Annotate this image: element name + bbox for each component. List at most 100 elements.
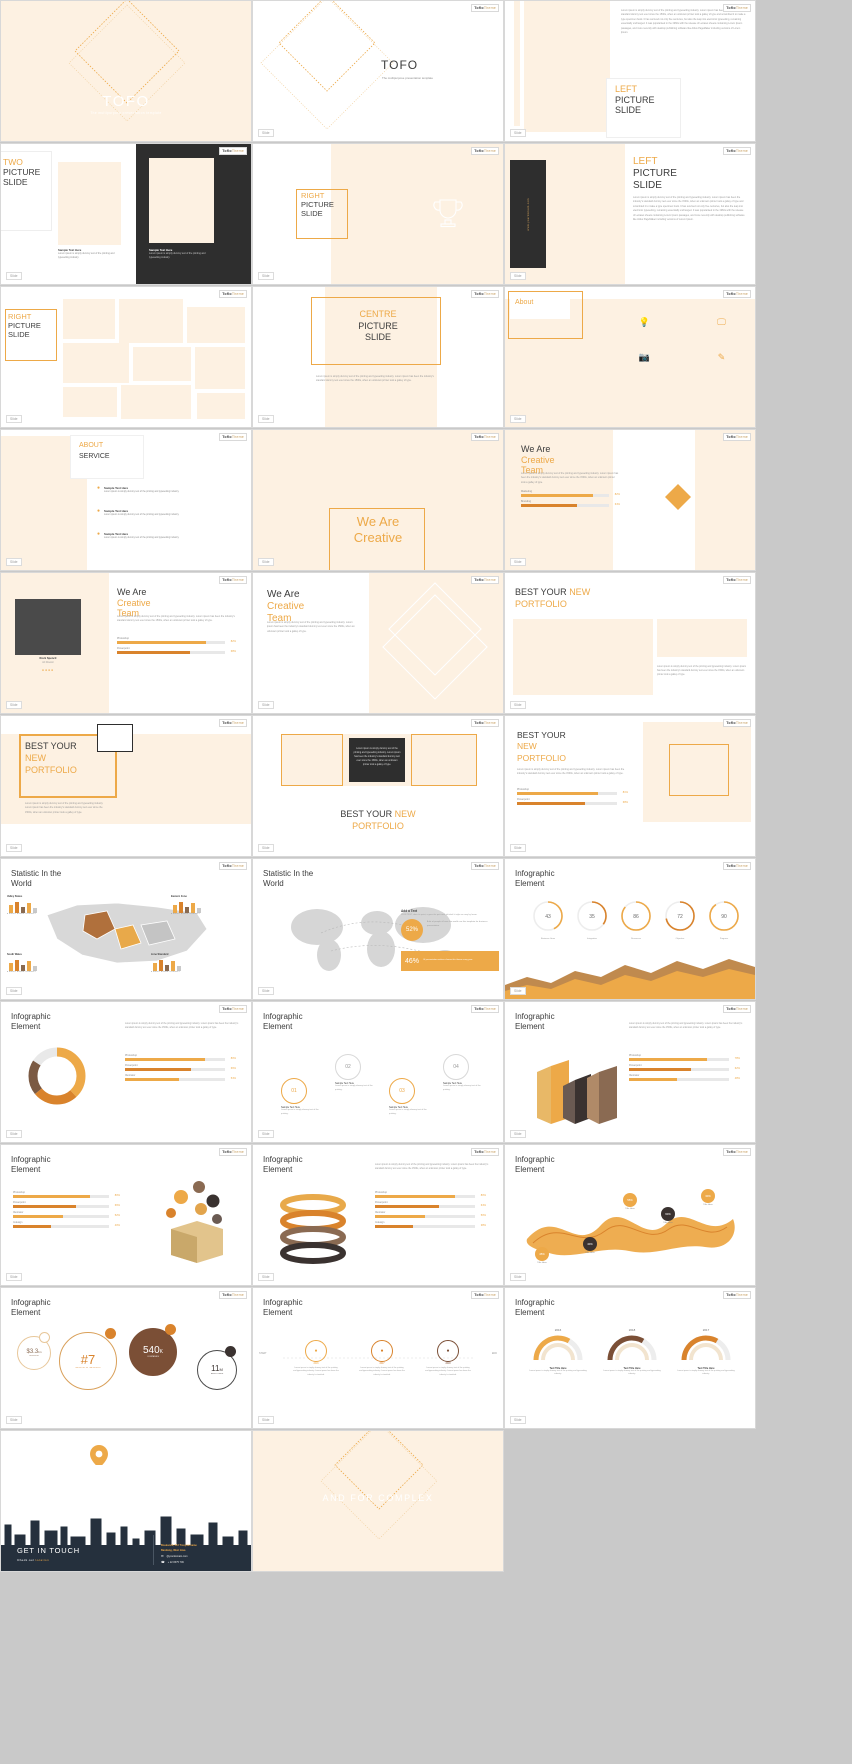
screen-icon[interactable]: 🖵 bbox=[700, 317, 743, 328]
progress-bar-fill bbox=[125, 1058, 205, 1061]
camera-icon[interactable]: 📷 bbox=[623, 352, 666, 363]
progress-bar-percent: 66% bbox=[230, 1067, 236, 1070]
watermark-badge: TofloTheme bbox=[219, 433, 247, 441]
slide-thumbnail[interactable]: RIGHT PICTURE SLIDE TofloTheme Slide bbox=[253, 144, 503, 284]
slide-thumbnail[interactable]: TofloTheme TOFO The multipurpose present… bbox=[253, 1, 503, 141]
title-line-3: SLIDE bbox=[615, 105, 642, 116]
watermark-badge: TofloTheme bbox=[219, 1291, 247, 1299]
slide-thumbnail[interactable]: CENTRE PICTURE SLIDE Lorem ipsum is simp… bbox=[253, 287, 503, 427]
slide-thumbnail[interactable]: Lorem ipsum is simply dummy text of the … bbox=[505, 1, 755, 141]
mini-bar-chart bbox=[173, 902, 201, 913]
progress-bar-group: Powerpoint 68% bbox=[117, 647, 236, 654]
timeline-start-label: START bbox=[259, 1352, 267, 1355]
bulb-icon[interactable]: 💡 bbox=[623, 317, 666, 328]
slide-cell: BEST YOUR NEW PORTFOLIO Lorem ipsum is s… bbox=[504, 715, 756, 858]
slide-heading: Infographic Element bbox=[515, 1155, 555, 1175]
picture-tile bbox=[187, 307, 245, 343]
wave-value-bubble: 60% bbox=[661, 1207, 675, 1221]
service-body: Lorem ipsum is simply dummy text of the … bbox=[104, 537, 180, 539]
slide-thumbnail[interactable]: Infographic Element 43 Business Grow 35 I… bbox=[505, 859, 755, 999]
slide-thumbnail[interactable]: Infographic Element $3.3bn REVENUE #7 IND… bbox=[1, 1288, 251, 1428]
slide-thumbnail[interactable]: RIGHT PICTURE SLIDE TofloTheme Slide bbox=[1, 287, 251, 427]
progress-bar-fill bbox=[125, 1068, 191, 1071]
slide-thumbnail[interactable]: Infographic Element START END ● 2016 Lore… bbox=[253, 1288, 503, 1428]
progress-bar-track: 68% bbox=[117, 650, 236, 654]
slide-thumbnail[interactable]: We Are Creative TofloTheme Slide bbox=[253, 430, 503, 570]
title-line-2: Creative bbox=[521, 454, 555, 465]
slide-thumbnail[interactable]: Infographic Element 01 02 03 04 Lorem ips… bbox=[253, 1145, 503, 1285]
slide-thumbnail[interactable]: Infographic Element 01 Sample Text Here L… bbox=[253, 1002, 503, 1142]
slide-thumbnail[interactable]: About Service 💡 🖵 📷 ✎ TofloTheme Slide bbox=[505, 287, 755, 427]
slide-number-badge: Slide bbox=[6, 272, 22, 280]
step-node: 03 Sample Text Here Lorem ipsum is simpl… bbox=[389, 1078, 429, 1116]
heading-line-1: Statistic In the bbox=[11, 869, 62, 878]
heading-line-2: Element bbox=[11, 1164, 41, 1174]
slide-thumbnail[interactable]: We Are Creative Team Lorem ipsum is simp… bbox=[505, 430, 755, 570]
slide-cell: GET IN TOUCH Check our location Boulevar… bbox=[0, 1430, 252, 1573]
area-chart bbox=[505, 959, 755, 999]
slide-thumbnail[interactable]: Infographic Element Lorem ipsum is simply… bbox=[1, 1002, 251, 1142]
progress-bar-group: Indesign 38% bbox=[375, 1221, 486, 1228]
title-line-2: Creative bbox=[117, 597, 151, 608]
mini-bar-chart bbox=[153, 960, 181, 971]
slide-thumbnail[interactable]: www.yourdomain.com LEFT PICTURE SLIDE Lo… bbox=[505, 144, 755, 284]
slide-thumbnail[interactable]: Rock Spencil Art Director ●●●● We Are Cr… bbox=[1, 573, 251, 713]
slide-thumbnail[interactable]: AND FOR COMPLEX bbox=[253, 1431, 503, 1571]
ring-label: Resources bbox=[631, 938, 641, 940]
slide-cell: RIGHT PICTURE SLIDE TofloTheme Slide bbox=[0, 286, 252, 429]
slide-number-badge: Slide bbox=[258, 701, 274, 709]
contact-email[interactable]: @yourdomain.com bbox=[167, 1554, 188, 1559]
title-line-1: We Are bbox=[267, 589, 300, 600]
heading-line-1: Infographic bbox=[11, 1155, 51, 1164]
slide-thumbnail[interactable]: Lorem ipsum is simply dummy text of the … bbox=[253, 716, 503, 856]
contact-phone[interactable]: + 22 8375 706 bbox=[168, 1560, 184, 1565]
slide-number-badge: Slide bbox=[510, 558, 526, 566]
slide-thumbnail[interactable]: We Are Creative Team Lorem ipsum is simp… bbox=[253, 573, 503, 713]
badge-primary: 52% bbox=[401, 919, 423, 941]
progress-bar-group: Illustrator 50% bbox=[375, 1211, 486, 1218]
slide-thumbnail[interactable]: TWO PICTURE SLIDE Sample Text Here Lorem… bbox=[1, 144, 251, 284]
slide-title: We Are Creative Team bbox=[267, 589, 304, 624]
slide-cell: Lorem ipsum is simply dummy text of the … bbox=[504, 0, 756, 143]
slide-thumbnail[interactable]: Statistic In the World Valley States ● Br… bbox=[1, 859, 251, 999]
gauge-chart bbox=[533, 1335, 583, 1361]
title-line-3: SLIDE bbox=[8, 329, 30, 339]
slide-thumbnail[interactable]: TOFO The multipurpose presentation templ… bbox=[1, 1, 251, 141]
body-paragraph: Lorem ipsum is simply dummy text of the … bbox=[117, 615, 235, 623]
slide-thumbnail[interactable]: Infographic Element Lorem ipsum is simply… bbox=[505, 1002, 755, 1142]
slide-cell: We Are Creative TofloTheme Slide bbox=[252, 429, 504, 572]
slide-cell: We Are Creative Team Lorem ipsum is simp… bbox=[504, 429, 756, 572]
gauge-body: Lorem ipsum is simply dummy text of the … bbox=[603, 1370, 661, 1376]
slide-number-badge: Slide bbox=[510, 415, 526, 423]
social-icons[interactable]: ●●●● bbox=[15, 668, 81, 672]
picture-tile bbox=[197, 393, 245, 419]
pencil-icon[interactable]: ✎ bbox=[700, 352, 743, 363]
watermark-badge: TofloTheme bbox=[219, 862, 247, 870]
slide-thumbnail[interactable]: BEST YOUR NEW PORTFOLIO Lorem ipsum is s… bbox=[1, 716, 251, 856]
slide-thumbnail[interactable]: Infographic Element Photoshop 80% Powerpo… bbox=[1, 1145, 251, 1285]
pin-icon: ● bbox=[97, 485, 101, 491]
body-paragraph: Lorem ipsum is simply dummy text of the … bbox=[517, 768, 625, 776]
progress-bar-track: 64% bbox=[375, 1204, 486, 1208]
slide-thumbnail[interactable]: BEST YOUR NEW PORTFOLIO Lorem ipsum is s… bbox=[505, 573, 755, 713]
progress-bar-percent: 64% bbox=[480, 1204, 486, 1207]
slide-thumbnail[interactable]: Infographic Element 2016 Text Title Here … bbox=[505, 1288, 755, 1428]
progress-bar-fill bbox=[517, 792, 598, 795]
slide-title: LEFT PICTURE SLIDE bbox=[633, 156, 677, 191]
step-node: 02 Sample Text Here Lorem ipsum is simpl… bbox=[335, 1054, 375, 1092]
step-body: Lorem ipsum is simply dummy text of the … bbox=[335, 1085, 373, 1091]
ring-chart: 72 bbox=[665, 901, 695, 931]
progress-bar-fill bbox=[13, 1195, 90, 1198]
title-line-1: LEFT bbox=[615, 84, 638, 94]
slide-thumbnail[interactable]: BEST YOUR NEW PORTFOLIO Lorem ipsum is s… bbox=[505, 716, 755, 856]
ring-label: Objective bbox=[675, 938, 685, 940]
slide-thumbnail[interactable]: ABOUT SERVICE ● Sample Text Here Lorem i… bbox=[1, 430, 251, 570]
progress-bar-label: Photoshop bbox=[517, 788, 529, 791]
slide-number-badge: Slide bbox=[258, 415, 274, 423]
progress-bar-percent: 38% bbox=[480, 1224, 486, 1227]
watermark-badge: TofloTheme bbox=[471, 147, 499, 155]
slide-thumbnail[interactable]: Infographic Element 45% Title Here 40% Ti… bbox=[505, 1145, 755, 1285]
slide-thumbnail[interactable]: Statistic In the World 52% A lot of peopl… bbox=[253, 859, 503, 999]
wave-value-bubble: 45% bbox=[535, 1247, 549, 1261]
slide-thumbnail[interactable]: GET IN TOUCH Check our location Boulevar… bbox=[1, 1431, 251, 1571]
